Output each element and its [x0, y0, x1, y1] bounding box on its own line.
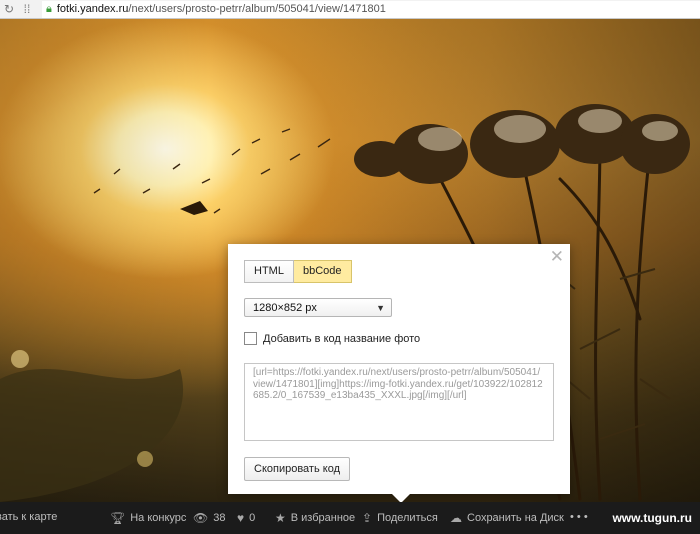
heart-icon: ♥: [237, 511, 245, 525]
include-title-option: Добавить в код название фото: [244, 332, 420, 345]
favorites-button[interactable]: ★ В избранное: [275, 511, 355, 525]
back-to-map-label: вать к карте: [0, 511, 58, 523]
address-bar[interactable]: 🔒︎ fotki.yandex.ru /next/users/prosto-pe…: [42, 0, 700, 18]
favorites-label: В избранное: [290, 512, 356, 524]
star-icon: ★: [275, 511, 286, 525]
chevron-down-icon: ▼: [376, 303, 385, 313]
back-to-map-link[interactable]: вать к карте: [0, 511, 57, 523]
contest-button[interactable]: 🏆︎ На конкурс: [110, 511, 186, 525]
trophy-icon: 🏆︎: [110, 511, 126, 525]
close-icon[interactable]: ✕: [550, 248, 564, 265]
browser-toolbar: ↻ ⁞⁞ 🔒︎ fotki.yandex.ru /next/users/pros…: [0, 0, 700, 19]
lock-icon: 🔒︎: [46, 2, 52, 15]
save-to-disk-label: Сохранить на Диск: [467, 512, 564, 524]
save-to-disk-button[interactable]: ☁ Сохранить на Диск: [450, 511, 564, 525]
views-counter: 👁︎ 38: [193, 511, 225, 525]
embed-code-textarea[interactable]: [url=https://fotki.yandex.ru/next/users/…: [244, 363, 554, 441]
size-select[interactable]: 1280×852 px ▼: [244, 298, 392, 317]
likes-count: 0: [249, 512, 256, 524]
share-button[interactable]: ⇪ Поделиться: [362, 511, 438, 525]
share-icon: ⇪: [362, 511, 373, 525]
photo-toolbar: вать к карте 🏆︎ На конкурс 👁︎ 38 ♥ 0 ★ В…: [0, 502, 700, 534]
views-count: 38: [213, 512, 226, 524]
embed-code-dialog: ✕ HTML bbCode 1280×852 px ▼ Добавить в к…: [228, 244, 570, 494]
eye-icon: 👁︎: [193, 511, 209, 525]
cloud-disk-icon: ☁: [450, 511, 462, 525]
copy-code-button[interactable]: Скопировать код: [244, 457, 350, 481]
watermark-brand: www.tugun.ru: [612, 511, 692, 525]
apps-grid-icon[interactable]: ⁞⁞: [18, 2, 36, 16]
more-label: • • •: [570, 511, 588, 523]
tab-html[interactable]: HTML: [244, 260, 294, 283]
tab-bbcode[interactable]: bbCode: [293, 260, 352, 283]
url-host: fotki.yandex.ru: [56, 3, 129, 15]
more-button[interactable]: • • •: [570, 511, 588, 523]
contest-label: На конкурс: [130, 512, 187, 524]
like-button[interactable]: ♥ 0: [237, 511, 255, 525]
size-select-value: 1280×852 px: [253, 302, 317, 314]
include-title-checkbox[interactable]: [244, 332, 257, 345]
reload-icon[interactable]: ↻: [0, 2, 18, 16]
url-path: /next/users/prosto-petrr/album/505041/vi…: [128, 3, 386, 15]
format-tabs: HTML bbCode: [244, 260, 352, 283]
include-title-label: Добавить в код название фото: [263, 332, 421, 345]
share-label: Поделиться: [377, 512, 438, 524]
